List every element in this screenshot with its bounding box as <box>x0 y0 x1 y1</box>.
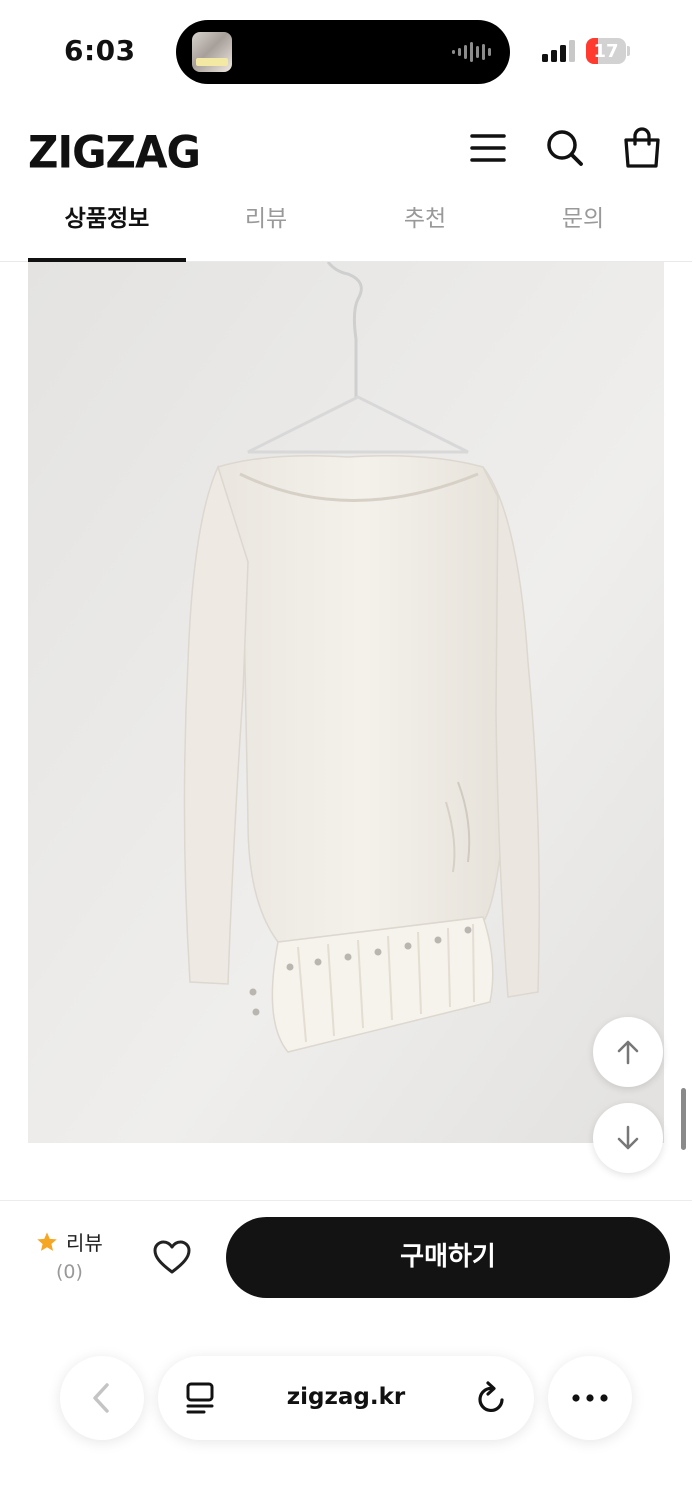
browser-toolbar: zigzag.kr <box>0 1312 692 1500</box>
now-playing-artwork <box>192 32 232 72</box>
cellular-signal-icon <box>542 40 575 62</box>
shopping-bag-icon[interactable] <box>622 126 662 170</box>
purchase-action-bar: 리뷰 (0) 구매하기 <box>0 1200 692 1312</box>
tab-recommendations[interactable]: 추천 <box>346 195 504 262</box>
status-time: 6:03 <box>64 34 136 67</box>
page-scrollbar[interactable] <box>681 1088 686 1150</box>
audio-waveform-icon <box>452 42 491 62</box>
buy-button[interactable]: 구매하기 <box>226 1217 670 1298</box>
tab-inquiry[interactable]: 문의 <box>504 195 662 262</box>
arrow-up-icon <box>617 1040 639 1065</box>
address-bar[interactable]: zigzag.kr <box>158 1356 534 1440</box>
reload-icon[interactable] <box>476 1381 508 1415</box>
browser-more-button[interactable] <box>548 1356 632 1440</box>
review-label: 리뷰 <box>66 1231 103 1255</box>
review-summary[interactable]: 리뷰 (0) <box>30 1225 120 1285</box>
product-tabs: 상품정보 리뷰 추천 문의 <box>0 195 692 262</box>
menu-icon[interactable] <box>469 126 509 170</box>
star-icon <box>37 1232 57 1251</box>
chevron-left-icon <box>93 1383 109 1413</box>
battery-icon: 17 <box>586 38 630 64</box>
product-photo-illustration <box>28 262 664 1143</box>
browser-back-button[interactable] <box>60 1356 144 1440</box>
product-image[interactable] <box>28 262 664 1143</box>
search-icon[interactable] <box>545 126 585 170</box>
heart-icon[interactable] <box>152 1239 192 1275</box>
app-header: ZIGZAG <box>0 100 692 195</box>
tab-product-info[interactable]: 상품정보 <box>28 195 186 262</box>
battery-level: 17 <box>593 41 619 62</box>
review-count: (0) <box>56 1261 83 1283</box>
status-bar: 6:03 17 <box>0 0 692 100</box>
tab-reviews[interactable]: 리뷰 <box>187 195 345 262</box>
scroll-to-bottom-button[interactable] <box>593 1103 663 1173</box>
scroll-to-top-button[interactable] <box>593 1017 663 1087</box>
dynamic-island[interactable] <box>176 20 510 84</box>
zigzag-logo[interactable]: ZIGZAG <box>28 127 201 178</box>
arrow-down-icon <box>617 1125 639 1150</box>
more-dots-icon <box>572 1394 608 1402</box>
